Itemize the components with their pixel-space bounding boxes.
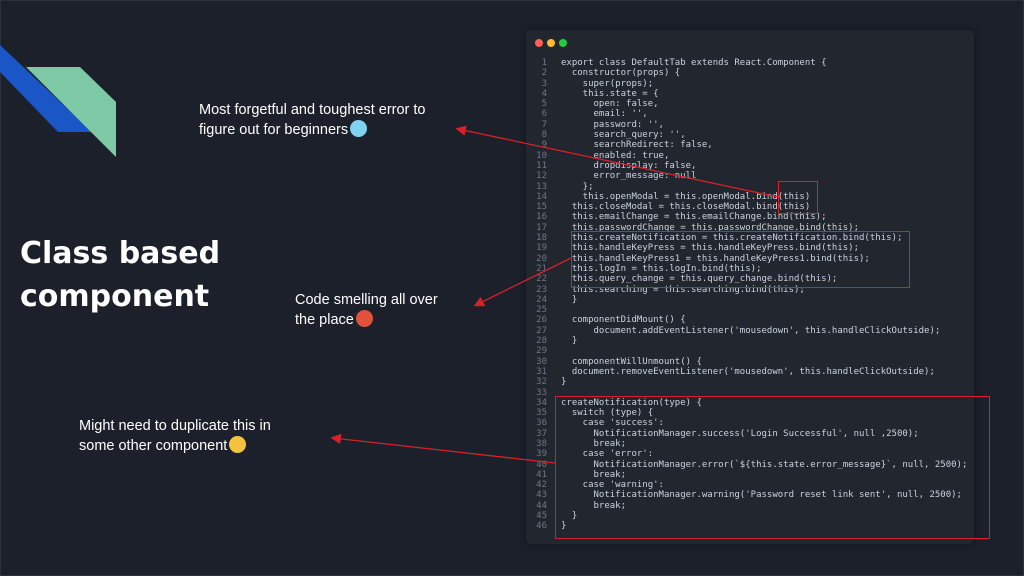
annotation-arrows [330, 125, 779, 464]
arrow-to-smelling [473, 257, 572, 307]
arrow-to-duplicate [330, 433, 556, 464]
arrow-to-forgetful [455, 125, 779, 198]
